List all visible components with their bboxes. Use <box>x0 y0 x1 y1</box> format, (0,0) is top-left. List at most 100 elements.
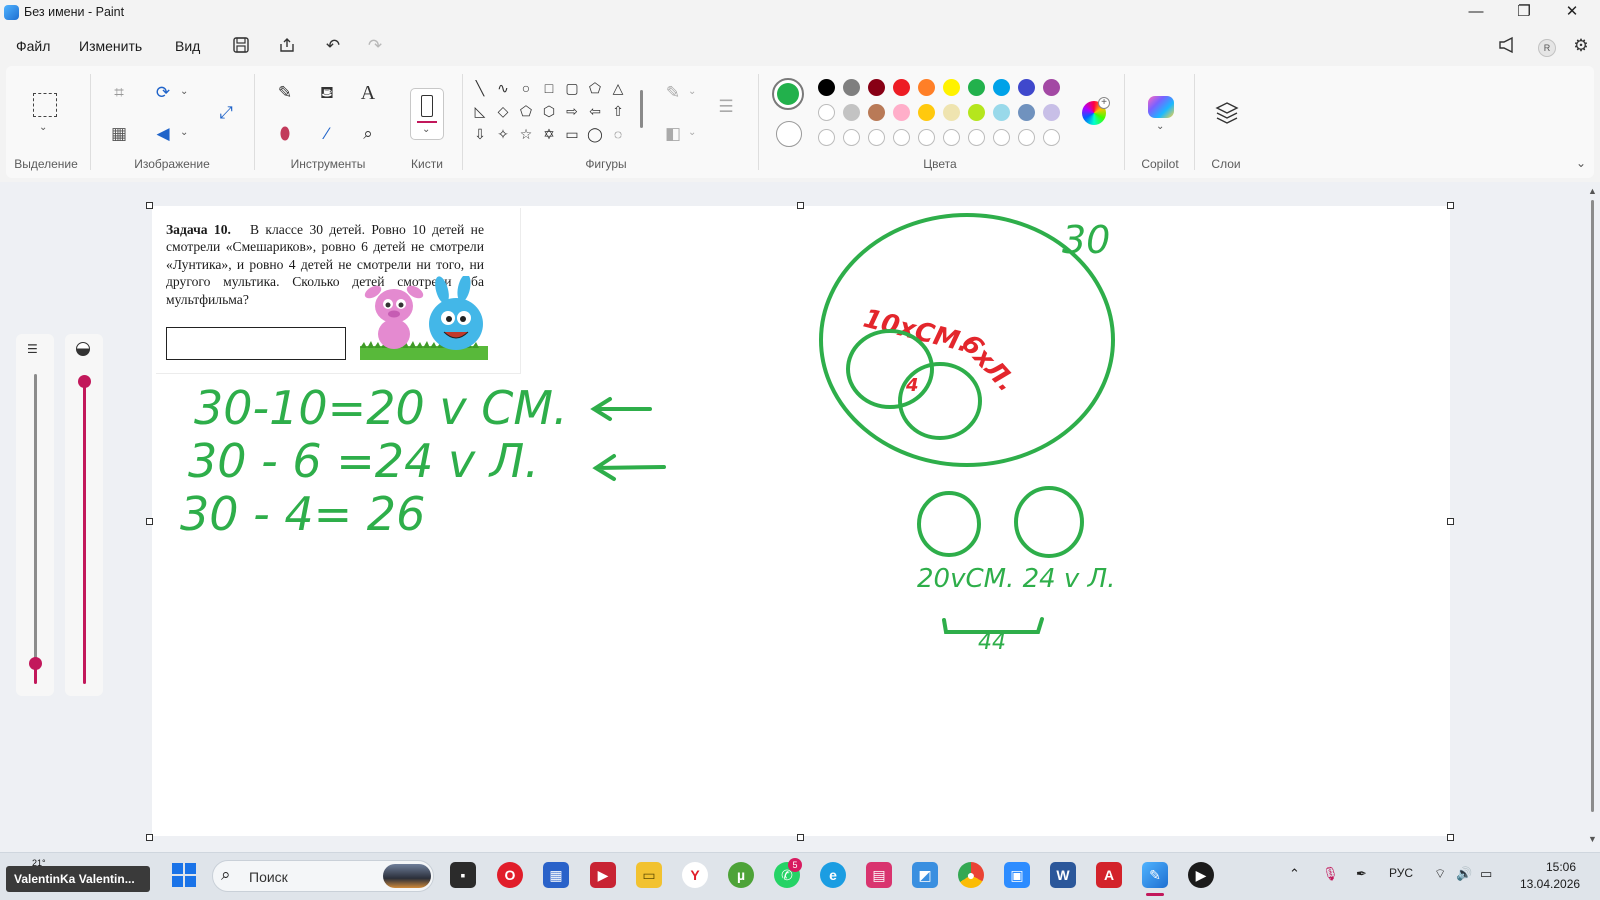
layers-icon[interactable] <box>1214 100 1240 131</box>
oval-shape-icon[interactable]: ○ <box>516 78 536 98</box>
avatar[interactable]: R <box>1538 39 1556 57</box>
chrome-icon[interactable]: ● <box>958 862 984 888</box>
language-indicator[interactable]: РУС <box>1389 866 1413 880</box>
color-swatch[interactable] <box>968 79 985 96</box>
select-rectangle-icon[interactable] <box>33 93 57 117</box>
color-swatch[interactable] <box>1043 104 1060 121</box>
task-view-icon[interactable]: ▪ <box>450 862 476 888</box>
scroll-down-icon[interactable]: ▼ <box>1588 834 1597 844</box>
callout-oval-shape-icon[interactable]: ◯ <box>585 124 605 144</box>
scrollbar-thumb[interactable] <box>1591 200 1594 812</box>
scrollbar[interactable] <box>640 90 643 128</box>
color-swatch[interactable] <box>818 104 835 121</box>
custom-color-slot[interactable] <box>918 129 935 146</box>
feedback-icon[interactable] <box>1495 36 1521 58</box>
color1-selector[interactable] <box>772 78 804 110</box>
close-icon[interactable]: ✕ <box>1548 0 1596 26</box>
hexagon-shape-icon[interactable]: ⬡ <box>539 101 559 121</box>
color-swatch[interactable] <box>893 104 910 121</box>
line-width-icon[interactable]: ☰ <box>713 94 739 120</box>
chevron-down-icon[interactable]: ⌄ <box>180 86 188 97</box>
arrow-left-shape-icon[interactable]: ⇦ <box>585 101 605 121</box>
triangle-shape-icon[interactable]: △ <box>608 78 628 98</box>
color-swatch[interactable] <box>968 104 985 121</box>
arrow-up-shape-icon[interactable]: ⇧ <box>608 101 628 121</box>
magnifier-icon[interactable]: ⌕ <box>355 121 381 147</box>
arrow-right-shape-icon[interactable]: ⇨ <box>562 101 582 121</box>
custom-color-slot[interactable] <box>893 129 910 146</box>
color-swatch[interactable] <box>993 104 1010 121</box>
shape-fill-icon[interactable]: ◧ <box>660 121 686 147</box>
size-slider-thumb[interactable] <box>29 657 42 670</box>
remove-background-icon[interactable]: ▦ <box>106 121 132 147</box>
color-swatch[interactable] <box>943 79 960 96</box>
volume-icon[interactable]: 🔊 <box>1456 866 1472 882</box>
custom-color-slot[interactable] <box>868 129 885 146</box>
color-swatch[interactable] <box>918 104 935 121</box>
fill-bucket-icon[interactable]: ⛾ <box>314 80 340 106</box>
rounded-rectangle-shape-icon[interactable]: ▢ <box>562 78 582 98</box>
pencil-icon[interactable]: ✎ <box>272 80 298 106</box>
brushes-button[interactable]: ⌄ <box>410 88 444 140</box>
photos-icon[interactable]: ◩ <box>912 862 938 888</box>
menu-view[interactable]: Вид <box>175 38 200 54</box>
color-swatch[interactable] <box>1018 104 1035 121</box>
clock-time[interactable]: 15:06 <box>1546 860 1576 874</box>
color-swatch[interactable] <box>918 79 935 96</box>
text-tool-icon[interactable]: A <box>355 80 381 106</box>
color2-selector[interactable] <box>776 121 802 147</box>
eraser-icon[interactable]: ⬮ <box>272 121 298 147</box>
copilot-icon[interactable] <box>1148 96 1174 118</box>
taskbar-search-box[interactable]: ⌕ Поиск <box>212 860 434 892</box>
custom-color-slot[interactable] <box>943 129 960 146</box>
chevron-down-icon[interactable]: ⌄ <box>688 86 696 97</box>
pen-icon[interactable]: ✒ <box>1356 866 1367 882</box>
callout-cloud-shape-icon[interactable]: ◌ <box>608 124 628 144</box>
media-player-icon[interactable]: ▶ <box>1188 862 1214 888</box>
color-swatch[interactable] <box>943 104 960 121</box>
flip-icon[interactable]: ◀ <box>150 121 176 147</box>
undo-icon[interactable]: ↶ <box>320 36 346 58</box>
battery-icon[interactable]: ▭ <box>1480 866 1492 882</box>
color-swatch[interactable] <box>868 79 885 96</box>
scroll-up-icon[interactable]: ▲ <box>1588 186 1597 196</box>
arrow-down-shape-icon[interactable]: ⇩ <box>470 124 490 144</box>
star5-shape-icon[interactable]: ☆ <box>516 124 536 144</box>
file-explorer-icon[interactable]: ▭ <box>636 862 662 888</box>
custom-color-slot[interactable] <box>993 129 1010 146</box>
chevron-down-icon[interactable]: ⌄ <box>688 127 696 138</box>
paint-taskbar-icon[interactable]: ✎ <box>1142 862 1168 888</box>
line-shape-icon[interactable]: ╲ <box>470 78 490 98</box>
color-swatch[interactable] <box>843 104 860 121</box>
curve-shape-icon[interactable]: ∿ <box>493 78 513 98</box>
menu-file[interactable]: Файл <box>16 38 50 54</box>
right-triangle-shape-icon[interactable]: ◺ <box>470 101 490 121</box>
notepad-icon[interactable]: ▤ <box>866 862 892 888</box>
redo-icon[interactable]: ↷ <box>362 36 388 58</box>
outline-icon[interactable]: ✎ <box>660 80 686 106</box>
windows-start-icon[interactable] <box>172 863 196 887</box>
chevron-down-icon[interactable]: ⌄ <box>39 122 47 133</box>
share-icon[interactable] <box>274 36 300 58</box>
crop-icon[interactable]: ⌗ <box>106 80 132 106</box>
resize-icon[interactable]: ⤢ <box>213 100 239 126</box>
ribbon-collapse-chevron-icon[interactable]: ⌄ <box>1576 156 1586 170</box>
tray-overflow-icon[interactable]: ⌃ <box>1289 866 1300 882</box>
save-icon[interactable] <box>228 36 254 58</box>
custom-color-slot[interactable] <box>1018 129 1035 146</box>
diamond-shape-icon[interactable]: ◇ <box>493 101 513 121</box>
color-swatch[interactable] <box>818 79 835 96</box>
menu-edit[interactable]: Изменить <box>79 38 142 54</box>
color-picker-icon[interactable]: ⁄ <box>314 121 340 147</box>
minimize-icon[interactable]: — <box>1452 0 1500 26</box>
restore-icon[interactable]: ❐ <box>1500 0 1548 26</box>
user-widget[interactable]: 21° ValentinKa Valentin... <box>6 858 150 892</box>
yandex-browser-icon[interactable]: Y <box>682 862 708 888</box>
size-slider-track[interactable] <box>34 374 37 662</box>
chevron-down-icon[interactable]: ⌄ <box>180 127 188 138</box>
gear-icon[interactable]: ⚙ <box>1568 36 1594 58</box>
color-swatch[interactable] <box>1018 79 1035 96</box>
color-swatch[interactable] <box>993 79 1010 96</box>
custom-color-slot[interactable] <box>968 129 985 146</box>
zoom-icon[interactable]: ▣ <box>1004 862 1030 888</box>
